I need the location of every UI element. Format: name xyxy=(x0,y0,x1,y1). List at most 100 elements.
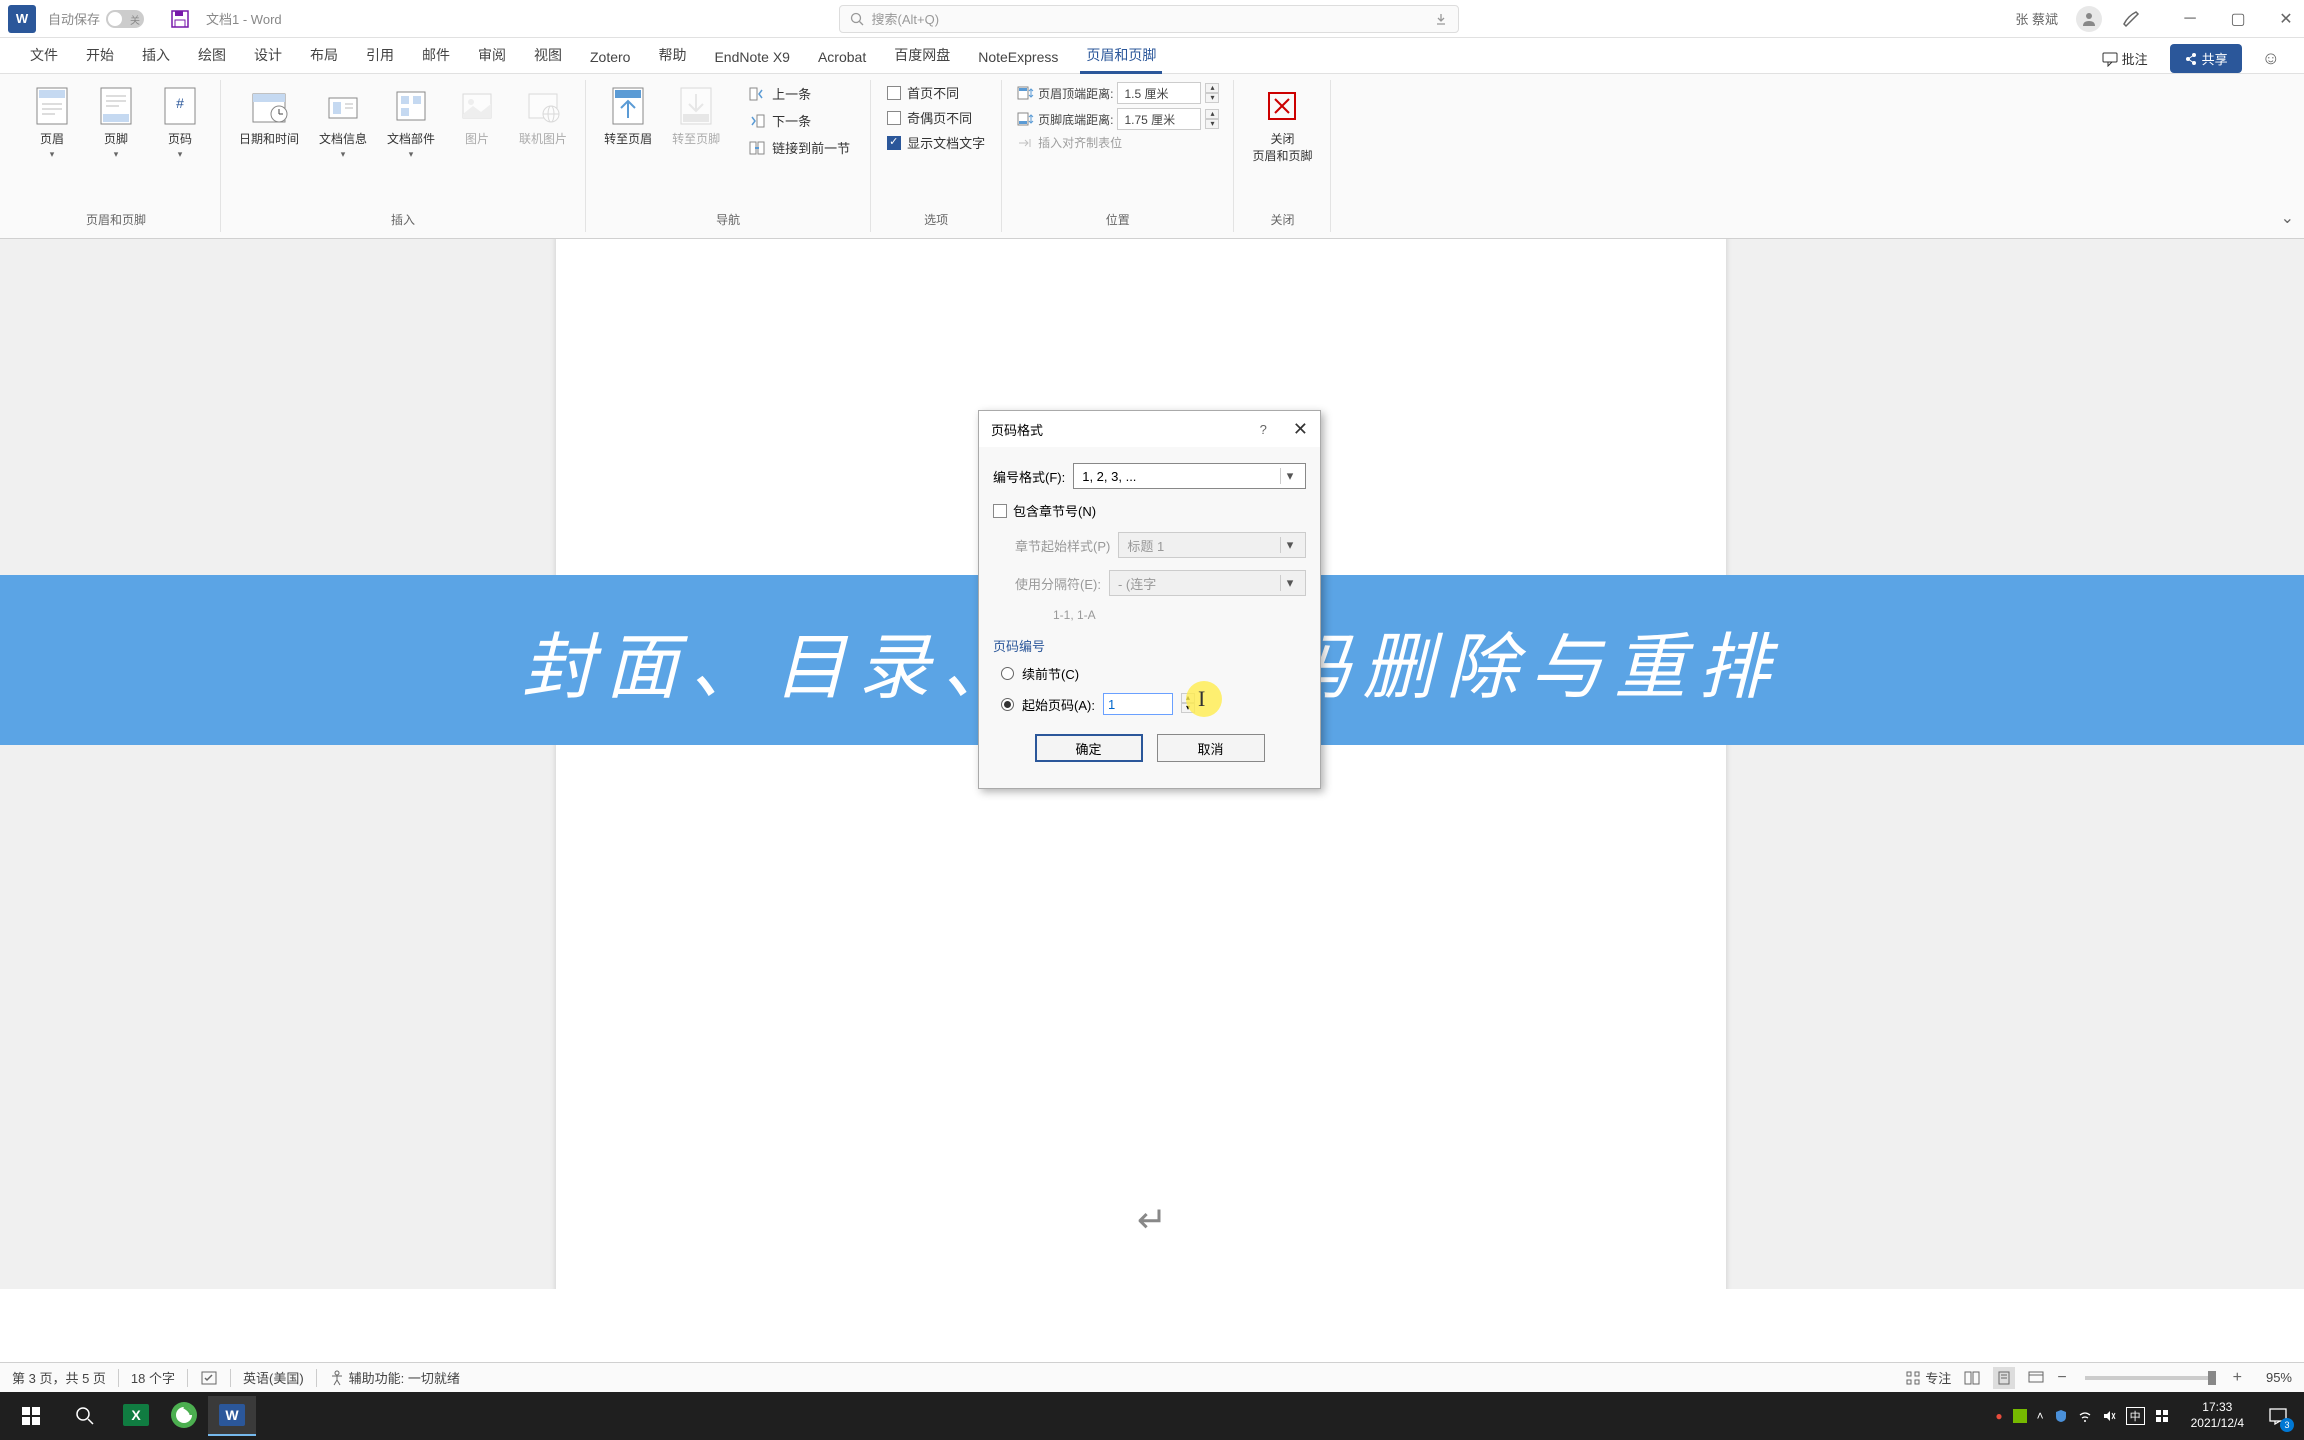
web-view-icon[interactable] xyxy=(2025,1367,2047,1389)
paint-icon[interactable] xyxy=(2120,8,2142,30)
tab-draw[interactable]: 绘图 xyxy=(184,37,240,73)
goto-header-button[interactable]: 转至页眉 xyxy=(596,80,660,151)
network-icon[interactable] xyxy=(2078,1409,2092,1423)
chapter-style-select: 标题 1 xyxy=(1118,532,1306,558)
taskbar-browser-icon[interactable] xyxy=(160,1396,208,1436)
dialog-titlebar: 页码格式 ? ✕ xyxy=(979,411,1320,447)
spinner[interactable]: ▴▾ xyxy=(1205,83,1219,103)
clock[interactable]: 17:33 2021/12/4 xyxy=(2179,1400,2256,1431)
goto-footer-button[interactable]: 转至页脚 xyxy=(664,80,728,151)
comments-button[interactable]: 批注 xyxy=(2092,45,2158,72)
docinfo-button[interactable]: 文档信息 ▾ xyxy=(311,80,375,164)
save-icon[interactable] xyxy=(170,9,190,29)
maximize-button[interactable]: ▢ xyxy=(2228,9,2248,29)
odd-even-diff-checkbox[interactable]: 奇偶页不同 xyxy=(881,105,991,130)
read-view-icon[interactable] xyxy=(1961,1367,1983,1389)
minimize-button[interactable]: ─ xyxy=(2180,9,2200,29)
print-view-icon[interactable] xyxy=(1993,1367,2015,1389)
tab-mailings[interactable]: 邮件 xyxy=(408,37,464,73)
feedback-icon[interactable]: ☺ xyxy=(2262,48,2280,69)
format-select[interactable]: 1, 2, 3, ... xyxy=(1073,463,1306,489)
page-count[interactable]: 第 3 页，共 5 页 xyxy=(12,1368,106,1387)
close-button[interactable]: ✕ xyxy=(2276,9,2296,29)
ime-indicator[interactable]: 中 xyxy=(2126,1407,2145,1425)
datetime-button[interactable]: 日期和时间 xyxy=(231,80,307,151)
cancel-button[interactable]: 取消 xyxy=(1157,734,1265,762)
avatar[interactable] xyxy=(2076,6,2102,32)
start-at-radio[interactable]: 起始页码(A): 1 ▴▾ I xyxy=(993,688,1306,720)
tab-view[interactable]: 视图 xyxy=(520,37,576,73)
svg-text:W: W xyxy=(225,1407,239,1423)
footer-button[interactable]: 页脚 ▾ xyxy=(86,80,146,164)
pagenum-button[interactable]: # 页码 ▾ xyxy=(150,80,210,164)
autosave-label: 自动保存 xyxy=(48,9,100,28)
document-title: 文档1 - Word xyxy=(206,9,282,28)
dialog-help-icon[interactable]: ? xyxy=(1260,422,1267,437)
taskbar-word-icon[interactable]: W xyxy=(208,1396,256,1436)
docparts-button[interactable]: 文档部件 ▾ xyxy=(379,80,443,164)
tab-baidu[interactable]: 百度网盘 xyxy=(880,37,964,73)
collapse-ribbon-icon[interactable]: ⌄ xyxy=(2281,208,2294,228)
include-chapter-checkbox[interactable]: 包含章节号(N) xyxy=(993,495,1306,526)
accessibility[interactable]: 辅助功能: 一切就绪 xyxy=(329,1368,460,1387)
record-icon[interactable]: ● xyxy=(1995,1409,2002,1423)
tab-design[interactable]: 设计 xyxy=(240,37,296,73)
picture-button[interactable]: 图片 xyxy=(447,80,507,151)
footer-distance-input[interactable]: 页脚底端距离: 1.75 厘米 ▴▾ xyxy=(1012,106,1223,132)
header-button[interactable]: 页眉 ▾ xyxy=(22,80,82,164)
next-section-button[interactable]: 下一条 xyxy=(738,107,860,134)
continue-prev-radio[interactable]: 续前节(C) xyxy=(993,659,1306,688)
zoom-level[interactable]: 95% xyxy=(2252,1370,2292,1385)
tab-references[interactable]: 引用 xyxy=(352,37,408,73)
ribbon-content: 页眉 ▾ 页脚 ▾ # 页码 ▾ 页眉和页脚 日期和时间 文 xyxy=(0,74,2304,239)
tab-endnote[interactable]: EndNote X9 xyxy=(700,41,804,73)
tab-acrobat[interactable]: Acrobat xyxy=(804,41,880,73)
sound-icon[interactable] xyxy=(2102,1409,2116,1423)
start-button[interactable] xyxy=(4,1392,58,1440)
first-page-diff-checkbox[interactable]: 首页不同 xyxy=(881,80,991,105)
zoom-slider[interactable] xyxy=(2085,1376,2215,1380)
share-button[interactable]: 共享 xyxy=(2170,44,2242,73)
onlinepic-button[interactable]: 联机图片 xyxy=(511,80,575,151)
titlebar: W 自动保存 关 文档1 - Word 搜索(Alt+Q) 张 蔡斌 ─ ▢ ✕ xyxy=(0,0,2304,38)
header-distance-input[interactable]: 页眉顶端距离: 1.5 厘米 ▴▾ xyxy=(1012,80,1223,106)
dialog-title: 页码格式 xyxy=(991,420,1260,439)
show-doc-text-checkbox[interactable]: 显示文档文字 xyxy=(881,130,991,155)
tab-review[interactable]: 审阅 xyxy=(464,37,520,73)
focus-mode[interactable]: 专注 xyxy=(1905,1368,1951,1387)
ime-mode-icon[interactable] xyxy=(2155,1409,2169,1423)
nvidia-icon[interactable] xyxy=(2013,1409,2027,1423)
group-label: 位置 xyxy=(1106,207,1130,232)
search-input[interactable]: 搜索(Alt+Q) xyxy=(839,5,1459,33)
tab-noteexpress[interactable]: NoteExpress xyxy=(964,41,1072,73)
search-button[interactable] xyxy=(58,1392,112,1440)
tab-file[interactable]: 文件 xyxy=(16,37,72,73)
tab-help[interactable]: 帮助 xyxy=(644,37,700,73)
ok-button[interactable]: 确定 xyxy=(1035,734,1143,762)
link-prev-button[interactable]: 链接到前一节 xyxy=(738,134,860,161)
tab-layout[interactable]: 布局 xyxy=(296,37,352,73)
close-hf-button[interactable]: 关闭 页眉和页脚 xyxy=(1244,80,1320,168)
toggle-switch[interactable]: 关 xyxy=(106,10,144,28)
tray-up-icon[interactable]: ˄ xyxy=(2037,1409,2044,1423)
spell-check-icon[interactable] xyxy=(200,1370,218,1386)
word-count[interactable]: 18 个字 xyxy=(131,1368,175,1387)
start-page-input[interactable]: 1 xyxy=(1103,693,1173,715)
tab-header-footer[interactable]: 页眉和页脚 xyxy=(1072,37,1170,73)
dialog-close-icon[interactable]: ✕ xyxy=(1293,419,1308,440)
tab-insert[interactable]: 插入 xyxy=(128,37,184,73)
chapter-style-label: 章节起始样式(P) xyxy=(1015,536,1110,555)
notification-icon[interactable]: 3 xyxy=(2256,1392,2300,1440)
spinner[interactable]: ▴▾ xyxy=(1205,109,1219,129)
tab-zotero[interactable]: Zotero xyxy=(576,41,644,73)
autosave-toggle[interactable]: 自动保存 关 xyxy=(48,9,150,28)
user-name: 张 蔡斌 xyxy=(2015,9,2058,28)
security-icon[interactable] xyxy=(2054,1409,2068,1423)
tab-home[interactable]: 开始 xyxy=(72,37,128,73)
zoom-in-button[interactable]: + xyxy=(2233,1369,2242,1387)
prev-section-button[interactable]: 上一条 xyxy=(738,80,860,107)
taskbar-excel-icon[interactable]: X xyxy=(112,1396,160,1436)
group-label: 选项 xyxy=(924,207,948,232)
language[interactable]: 英语(美国) xyxy=(243,1368,304,1387)
zoom-out-button[interactable]: − xyxy=(2057,1369,2066,1387)
